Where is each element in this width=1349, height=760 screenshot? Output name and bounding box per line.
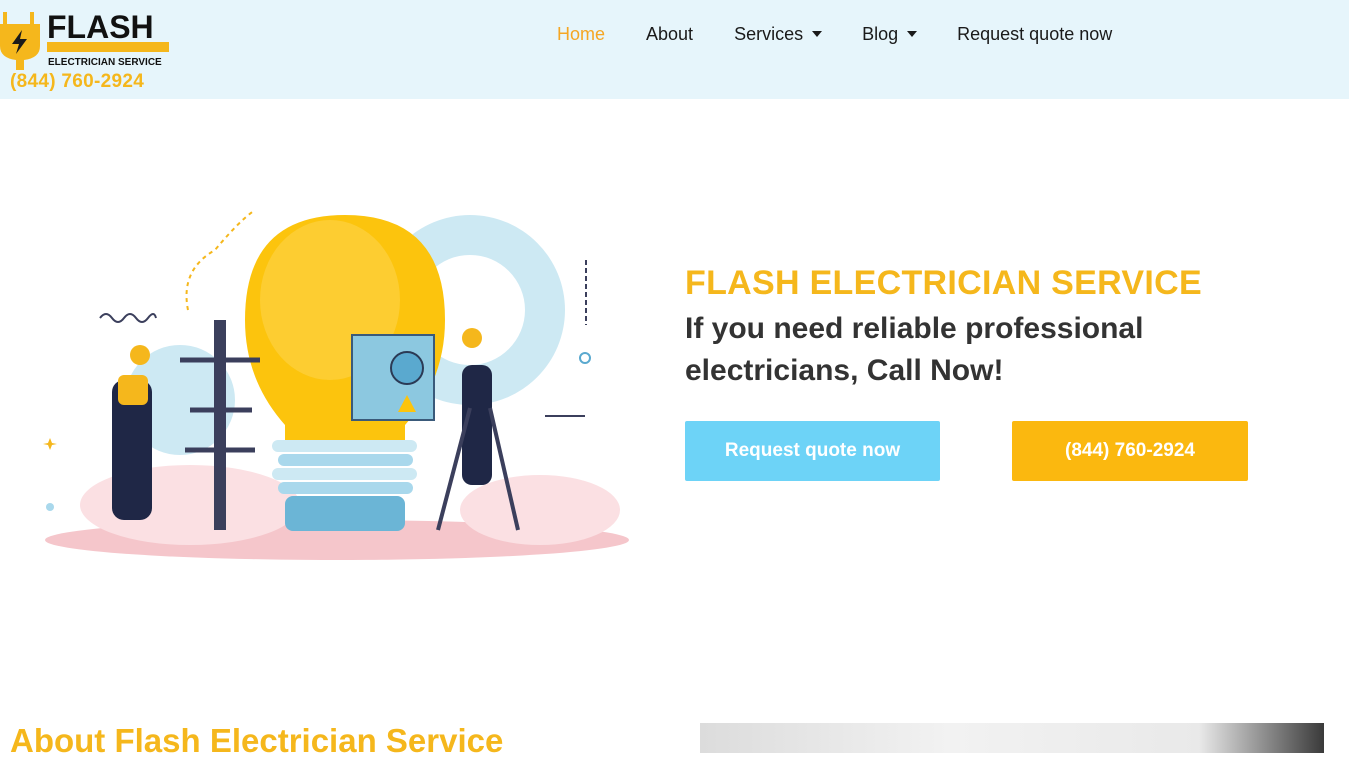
nav-item-about[interactable]: About <box>646 24 693 45</box>
plug-icon <box>0 12 40 70</box>
nav-label: Home <box>557 23 606 44</box>
nav-label: Blog <box>862 23 899 44</box>
nav-item-services[interactable]: Services <box>734 23 823 45</box>
chevron-down-icon <box>907 31 918 37</box>
main-nav: Home About Services Blog Request quote n… <box>557 22 1112 46</box>
logo-name: FLASH <box>47 9 154 45</box>
request-quote-button[interactable]: Request quote now <box>685 421 940 481</box>
nav-item-request-quote[interactable]: Request quote now <box>957 24 1112 45</box>
chevron-down-icon <box>812 31 823 37</box>
nav-item-blog[interactable]: Blog <box>862 23 918 45</box>
about-section-title: About Flash Electrician Service <box>10 722 504 759</box>
nav-label: Services <box>734 23 804 44</box>
nav-label: Request quote now <box>957 23 1113 44</box>
nav-item-home[interactable]: Home <box>557 24 605 45</box>
header-phone-link[interactable]: (844) 760-2924 <box>10 71 144 93</box>
hero-title: FLASH ELECTRICIAN SERVICE <box>685 264 1202 302</box>
electricians-lightbulb-illustration <box>43 209 629 560</box>
logo[interactable]: FLASH ELECTRICIAN SERVICE <box>0 8 175 70</box>
call-phone-button[interactable]: (844) 760-2924 <box>1012 421 1248 481</box>
hero-subtitle: If you need reliable professional electr… <box>685 312 1144 387</box>
logo-tagline: ELECTRICIAN SERVICE <box>48 57 162 68</box>
nav-label: About <box>646 23 694 44</box>
site-header: FLASH ELECTRICIAN SERVICE (844) 760-2924… <box>0 0 1349 99</box>
